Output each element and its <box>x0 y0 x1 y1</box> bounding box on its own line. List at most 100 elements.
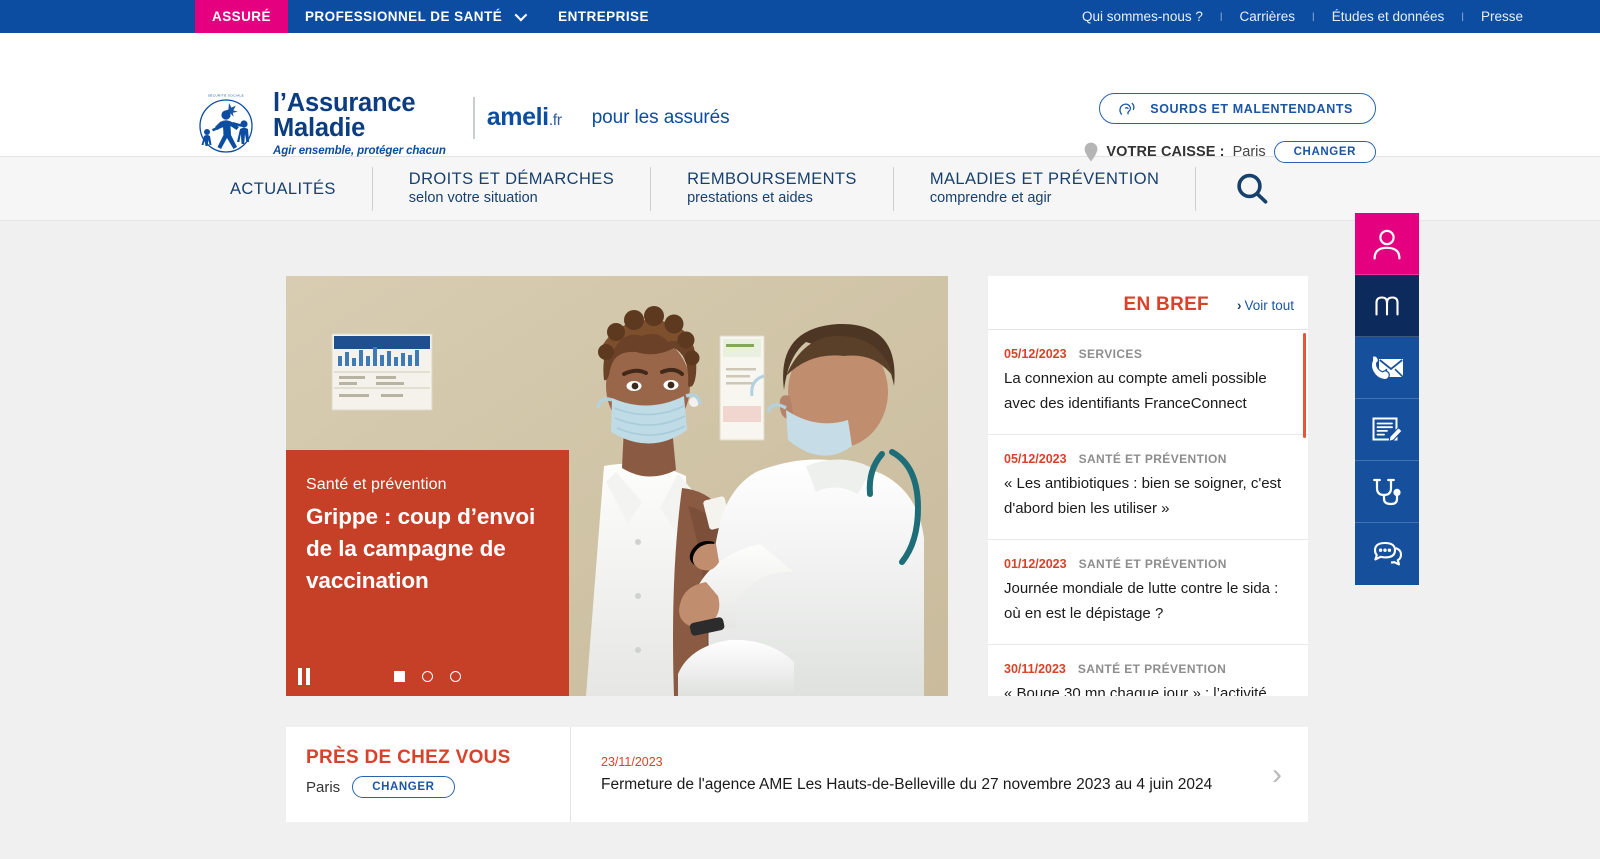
securite-sociale-emblem-icon: SÉCURITÉ SOCIALE <box>199 93 253 153</box>
nav-item-maladies-et-prevention[interactable]: MALADIES ET PRÉVENTION comprendre et agi… <box>894 167 1195 211</box>
brand-name-line2: Maladie <box>273 114 366 142</box>
nav-item-title: MALADIES ET PRÉVENTION <box>929 170 1160 188</box>
header-logo-band: SÉCURITÉ SOCIALE l’Assurance Maladie Agi… <box>0 33 1600 163</box>
utility-links: Qui sommes-nous ? l Carrières l Études e… <box>1065 0 1540 33</box>
near-you-news-body: 23/11/2023 Fermeture de l'agence AME Les… <box>601 755 1272 794</box>
tab-professionnel-de-sante[interactable]: PROFESSIONNEL DE SANTÉ <box>288 0 541 33</box>
tab-assure-label: ASSURÉ <box>212 9 271 24</box>
ameli-tld: .fr <box>548 112 562 129</box>
carousel-dot-1[interactable] <box>394 670 405 682</box>
list-item-meta: 30/11/2023 SANTÉ ET PRÉVENTION <box>1004 662 1286 676</box>
nav-item-subtitle: comprendre et agir <box>929 190 1052 206</box>
carousel-dot-3[interactable] <box>450 670 461 682</box>
main-navigation: ACTUALITÉS DROITS ET DÉMARCHES selon vot… <box>0 157 1600 221</box>
link-carrieres[interactable]: Carrières <box>1223 9 1313 24</box>
nav-item-title: DROITS ET DÉMARCHES <box>408 170 615 188</box>
list-item-date: 01/12/2023 <box>1004 557 1067 571</box>
en-bref-scrollbar[interactable] <box>1303 333 1306 438</box>
en-bref-panel: EN BREF › Voir tout 05/12/2023 SERVICES L… <box>988 276 1308 696</box>
nav-item-title: ACTUALITÉS <box>230 179 336 198</box>
list-item-date: 05/12/2023 <box>1004 347 1067 361</box>
audience-tabs: ASSURÉ PROFESSIONNEL DE SANTÉ ENTREPRISE <box>195 0 666 33</box>
chevron-right-icon[interactable]: › <box>1272 759 1282 790</box>
tab-entreprise[interactable]: ENTREPRISE <box>541 0 666 33</box>
rail-item-chat[interactable] <box>1355 523 1419 585</box>
carousel-controls <box>286 656 569 696</box>
carousel-dots <box>394 670 461 682</box>
list-item-category: SANTÉ ET PRÉVENTION <box>1078 452 1227 466</box>
hero-title: Grippe : coup d’envoi de la campagne de … <box>306 504 536 593</box>
envelope-phone-contact-icon <box>1370 354 1404 380</box>
ameli-text: ameli <box>486 103 549 131</box>
rail-item-forms[interactable] <box>1355 399 1419 461</box>
near-you-change-button[interactable]: CHANGER <box>352 776 455 798</box>
list-item[interactable]: 05/12/2023 SANTÉ ET PRÉVENTION « Les ant… <box>988 435 1308 540</box>
accessibility-deaf-label: SOURDS ET MALENTENDANTS <box>1150 101 1353 116</box>
hearing-aid-icon <box>1119 102 1135 115</box>
tab-entreprise-label: ENTREPRISE <box>558 9 649 24</box>
near-you-title: PRÈS DE CHEZ VOUS <box>306 747 511 768</box>
ameli-homepage: ASSURÉ PROFESSIONNEL DE SANTÉ ENTREPRISE… <box>0 0 1600 859</box>
near-you-news-date: 23/11/2023 <box>601 755 663 769</box>
tab-assure[interactable]: ASSURÉ <box>195 0 288 33</box>
near-you-news-item[interactable]: 23/11/2023 Fermeture de l'agence AME Les… <box>571 727 1308 822</box>
search-icon <box>1237 173 1268 204</box>
chevron-down-icon <box>514 8 528 22</box>
brand-divider <box>472 97 475 139</box>
nav-item-remboursements[interactable]: REMBOURSEMENTS prestations et aides <box>651 167 893 211</box>
rail-item-ameli-account[interactable] <box>1355 275 1419 337</box>
link-presse[interactable]: Presse <box>1464 9 1540 24</box>
caisse-value: Paris <box>1232 144 1266 160</box>
brand-lockup[interactable]: SÉCURITÉ SOCIALE l’Assurance Maladie Agi… <box>193 89 730 159</box>
list-item-meta: 05/12/2023 SANTÉ ET PRÉVENTION <box>1004 452 1286 466</box>
brand-tagline: Agir ensemble, protéger chacun <box>273 145 446 157</box>
quick-access-rail <box>1355 213 1419 585</box>
hero-kicker: Santé et prévention <box>306 476 447 493</box>
list-item-title: La connexion au compte ameli possible av… <box>1004 370 1267 412</box>
carousel-dot-2[interactable] <box>422 670 433 682</box>
en-bref-see-all-label: Voir tout <box>1244 298 1294 313</box>
nav-item-droits-et-demarches[interactable]: DROITS ET DÉMARCHES selon votre situatio… <box>373 167 650 211</box>
rail-item-contact[interactable] <box>1355 337 1419 399</box>
list-item-title: « Bouge 30 mn chaque jour » : l’activité <box>1004 685 1267 696</box>
accessibility-deaf-button[interactable]: SOURDS ET MALENTENDANTS <box>1099 93 1376 124</box>
top-utility-bar: ASSURÉ PROFESSIONNEL DE SANTÉ ENTREPRISE… <box>0 0 1600 33</box>
en-bref-header: EN BREF › Voir tout <box>988 276 1308 330</box>
svg-text:SÉCURITÉ SOCIALE: SÉCURITÉ SOCIALE <box>208 93 244 97</box>
list-item[interactable]: 05/12/2023 SERVICES La connexion au comp… <box>988 330 1308 435</box>
near-you-news-title: Fermeture de l'agence AME Les Hauts-de-B… <box>601 776 1213 793</box>
caisse-label: VOTRE CAISSE : <box>1106 144 1225 160</box>
link-qui-sommes-nous[interactable]: Qui sommes-nous ? <box>1065 9 1220 24</box>
hero-carousel[interactable]: Santé et prévention Grippe : coup d’envo… <box>286 276 948 696</box>
list-item-meta: 01/12/2023 SANTÉ ET PRÉVENTION <box>1004 557 1286 571</box>
list-item-category: SANTÉ ET PRÉVENTION <box>1078 557 1227 571</box>
rail-item-account[interactable] <box>1355 213 1419 275</box>
en-bref-see-all-link[interactable]: › Voir tout <box>1237 298 1294 313</box>
list-item-title: « Les antibiotiques : bien se soigner, c… <box>1004 475 1282 517</box>
list-item[interactable]: 30/11/2023 SANTÉ ET PRÉVENTION « Bouge 3… <box>988 645 1308 696</box>
brand-name-line1: l’Assurance <box>273 89 416 117</box>
list-item[interactable]: 01/12/2023 SANTÉ ET PRÉVENTION Journée m… <box>988 540 1308 645</box>
caisse-change-button[interactable]: CHANGER <box>1273 141 1376 163</box>
list-item-category: SANTÉ ET PRÉVENTION <box>1077 662 1227 676</box>
near-you-location: PRÈS DE CHEZ VOUS Paris CHANGER <box>286 727 571 822</box>
ameli-wordmark: ameli.fr <box>487 103 562 132</box>
tab-professionnel-label: PROFESSIONNEL DE SANTÉ <box>304 9 503 24</box>
document-pen-form-icon <box>1372 417 1403 442</box>
near-you-city-row: Paris CHANGER <box>306 776 570 798</box>
stethoscope-icon <box>1373 478 1401 505</box>
list-item-date: 30/11/2023 <box>1004 662 1066 676</box>
rail-item-health-professionals[interactable] <box>1355 461 1419 523</box>
list-item-meta: 05/12/2023 SERVICES <box>1004 347 1286 361</box>
brand-wordmark: l’Assurance Maladie Agir ensemble, proté… <box>273 89 446 157</box>
en-bref-list[interactable]: 05/12/2023 SERVICES La connexion au comp… <box>988 330 1308 696</box>
nav-item-actualites[interactable]: ACTUALITÉS <box>193 167 372 211</box>
chevron-right-icon: › <box>1236 298 1242 313</box>
search-button[interactable] <box>1233 170 1271 208</box>
list-item-category: SERVICES <box>1078 347 1143 361</box>
nav-item-title: REMBOURSEMENTS <box>687 170 857 188</box>
ameli-monogram-icon <box>1375 295 1399 316</box>
link-etudes-et-donnees[interactable]: Études et données <box>1315 9 1462 24</box>
nav-item-subtitle: prestations et aides <box>687 190 813 206</box>
pause-icon[interactable] <box>298 667 312 685</box>
